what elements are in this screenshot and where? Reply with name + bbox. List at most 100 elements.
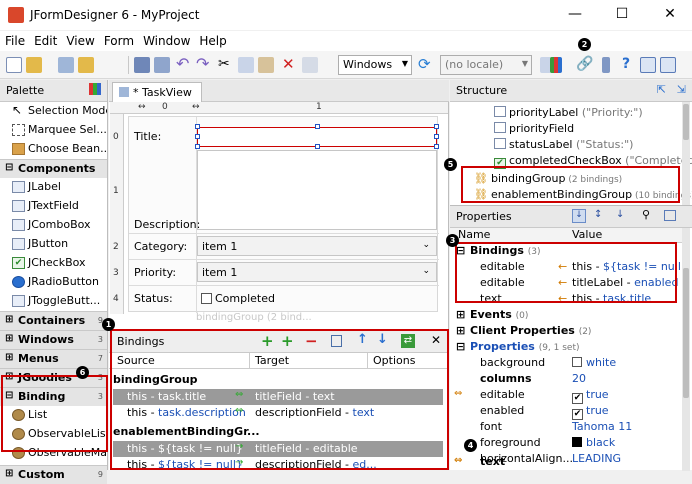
section-properties[interactable]: ⊟ Properties (9, 1 set) xyxy=(450,340,682,355)
title-label[interactable]: Title: xyxy=(134,130,161,143)
property-row-text[interactable]: ⇔ text xyxy=(450,455,682,470)
category-menus[interactable]: ⊞ Menus 7 xyxy=(0,349,107,368)
test-form-icon[interactable] xyxy=(302,57,318,73)
binding-link-icon[interactable]: 🔗 xyxy=(576,57,593,73)
component-jtextfield[interactable]: JTextField xyxy=(0,197,107,216)
priority-combo[interactable]: item 1 ⌄ xyxy=(197,262,437,282)
section-count: (0) xyxy=(515,311,529,321)
component-jbutton[interactable]: JButton xyxy=(0,235,107,254)
tool-choose-bean[interactable]: Choose Bean... xyxy=(0,140,107,159)
delete-icon[interactable]: ✕ xyxy=(282,57,298,73)
callout-badge-3: 3 xyxy=(446,234,459,247)
menu-form[interactable]: Form xyxy=(99,31,138,48)
component-jcombobox[interactable]: JComboBox xyxy=(0,216,107,235)
tree-item-priority-label[interactable]: priorityLabel ("Priority:") xyxy=(494,106,643,119)
category-components[interactable]: ⊟ Components xyxy=(0,159,107,178)
menu-help[interactable]: Help xyxy=(194,31,230,48)
ruler-row-3: 3 xyxy=(113,268,119,278)
structure-scrollbar[interactable] xyxy=(682,102,690,205)
open-form-icon[interactable] xyxy=(78,57,94,73)
component-jcheckbox[interactable]: ✔ JCheckBox xyxy=(0,254,107,273)
jlabel-icon xyxy=(494,138,506,149)
section-events[interactable]: ⊞ Events (0) xyxy=(450,308,682,323)
priority-label[interactable]: Priority: xyxy=(134,266,176,279)
layout-icon[interactable] xyxy=(640,57,656,73)
ruler-arrow: ↔ xyxy=(138,102,146,112)
category-windows[interactable]: ⊞ Windows 3 xyxy=(0,330,107,349)
property-row-editable[interactable]: ⇔ editable ✔ true xyxy=(450,388,682,404)
radio-icon xyxy=(12,276,25,288)
category-containers[interactable]: ⊞ Containers 9 xyxy=(0,311,107,330)
callout-badge-4: 4 xyxy=(464,439,477,452)
menu-file[interactable]: File xyxy=(0,31,29,48)
section-client-properties[interactable]: ⊞ Client Properties (2) xyxy=(450,324,682,339)
redo-icon[interactable]: ↷ xyxy=(196,56,212,73)
maximize-button[interactable]: ☐ xyxy=(612,4,632,24)
tree-item-detail: ("Priority:") xyxy=(578,106,643,119)
status-label[interactable]: Status: xyxy=(134,292,173,305)
palette-options-icon[interactable] xyxy=(89,83,101,95)
description-label[interactable]: Description: xyxy=(134,218,200,231)
properties-scrollbar[interactable] xyxy=(682,228,690,471)
collapse-icon: ⊟ xyxy=(456,340,466,353)
save-icon[interactable] xyxy=(134,57,150,73)
chevron-down-icon: ▼ xyxy=(401,59,408,68)
cut-icon[interactable]: ✂ xyxy=(218,57,234,73)
help-icon[interactable]: ? xyxy=(622,57,638,73)
description-field[interactable] xyxy=(197,150,437,230)
toggle-icon[interactable] xyxy=(602,57,610,73)
expand-icon: ⊞ xyxy=(456,308,466,321)
refresh-icon[interactable]: ⟳ xyxy=(418,57,434,73)
component-jtogglebutton[interactable]: JToggleButt... xyxy=(0,292,107,311)
property-row-foreground[interactable]: foreground black xyxy=(450,436,682,451)
bar-chart-icon[interactable] xyxy=(550,57,562,73)
layout-split-icon[interactable] xyxy=(660,57,676,73)
menu-view[interactable]: View xyxy=(61,31,98,48)
sort-icon[interactable]: ↕ xyxy=(594,209,602,220)
sort-az-icon[interactable]: ↓ xyxy=(572,209,586,223)
component-label: JTextField xyxy=(28,199,79,212)
menu-edit[interactable]: Edit xyxy=(29,31,61,48)
tree-item-priority-field[interactable]: priorityField xyxy=(494,122,574,135)
paste-icon[interactable] xyxy=(258,57,274,73)
category-custom[interactable]: ⊞ Custom 9 xyxy=(0,465,107,484)
property-row-font[interactable]: font Tahoma 11 xyxy=(450,420,682,435)
close-button[interactable]: ✕ xyxy=(660,4,680,24)
col-value[interactable]: Value xyxy=(572,228,602,241)
completed-checkbox[interactable]: Completed xyxy=(201,292,275,305)
laf-combo[interactable]: Windows ▼ xyxy=(338,55,412,75)
component-jlabel[interactable]: JLabel xyxy=(0,178,107,197)
new-icon[interactable] xyxy=(6,57,22,73)
search-icon[interactable]: ⚲ xyxy=(642,208,650,221)
menu-window[interactable]: Window xyxy=(138,31,194,48)
component-label: JButton xyxy=(28,237,69,250)
undo-icon[interactable]: ↶ xyxy=(176,56,192,73)
tool-selection-mode[interactable]: ↖ Selection Mode xyxy=(0,102,107,121)
property-row-enabled[interactable]: enabled ✔ true xyxy=(450,404,682,420)
locale-combo[interactable]: (no locale) ▼ xyxy=(440,55,532,75)
tab-taskview[interactable]: * TaskView xyxy=(112,82,202,102)
minimize-button[interactable]: — xyxy=(565,4,585,24)
open-folder-icon[interactable] xyxy=(26,57,42,73)
save-all-icon[interactable] xyxy=(154,57,170,73)
collapse-all-icon[interactable]: ⇲ xyxy=(677,83,686,96)
new-form-icon[interactable] xyxy=(58,57,74,73)
col-name[interactable]: Name xyxy=(458,228,490,241)
component-label: JComboBox xyxy=(28,218,91,231)
highlight-bindings-panel xyxy=(110,329,449,470)
expand-all-icon[interactable]: ⇱ xyxy=(657,83,666,96)
layout-icon[interactable] xyxy=(664,210,676,221)
property-row-columns[interactable]: columns 20 xyxy=(450,372,682,387)
expand-icon: ⊞ xyxy=(5,352,14,363)
priority-value: item 1 xyxy=(202,266,238,279)
sort-za-icon[interactable]: ↓ xyxy=(616,209,624,220)
property-row-background[interactable]: background white xyxy=(450,356,682,371)
palette-title: Palette xyxy=(6,84,45,97)
tree-item-status-label[interactable]: statusLabel ("Status:") xyxy=(494,138,633,151)
component-jradiobutton[interactable]: JRadioButton xyxy=(0,273,107,292)
copy-icon[interactable] xyxy=(238,57,254,73)
tool-marquee[interactable]: Marquee Sel... xyxy=(0,121,107,140)
category-label[interactable]: Category: xyxy=(134,240,187,253)
category-combo[interactable]: item 1 ⌄ xyxy=(197,236,437,256)
expand-icon: ⊞ xyxy=(456,324,466,337)
